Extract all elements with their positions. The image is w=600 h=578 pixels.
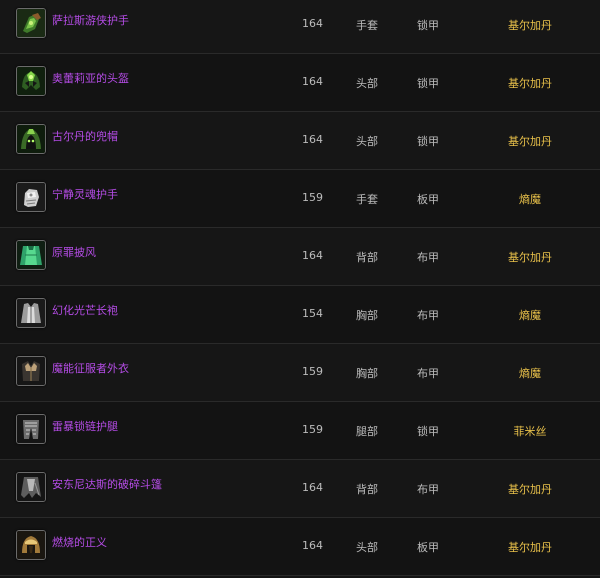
boss-name[interactable]: 基尔加丹 bbox=[480, 133, 580, 149]
table-row[interactable]: 雷暴锁链护腿 159 腿部 锁甲 菲米丝 bbox=[0, 402, 600, 460]
table-row[interactable]: 古尔丹的兜帽 164 头部 锁甲 基尔加丹 bbox=[0, 112, 600, 170]
item-name[interactable]: 萨拉斯游侠护手 bbox=[52, 12, 129, 28]
chain-leggings-icon[interactable] bbox=[16, 414, 46, 444]
table-row[interactable]: 宁静灵魂护手 159 手套 板甲 熵魔 bbox=[0, 170, 600, 228]
dark-vest-icon[interactable] bbox=[16, 356, 46, 386]
boss-name[interactable]: 基尔加丹 bbox=[480, 249, 580, 265]
armor-type: 布甲 bbox=[417, 367, 439, 380]
item-slot: 手套 bbox=[356, 193, 378, 206]
tattered-cloak-icon[interactable] bbox=[16, 472, 46, 502]
item-level: 154 bbox=[302, 307, 323, 320]
item-level: 164 bbox=[302, 17, 323, 30]
item-name[interactable]: 宁静灵魂护手 bbox=[52, 186, 118, 202]
item-level: 164 bbox=[302, 133, 323, 146]
armor-type: 锁甲 bbox=[417, 77, 439, 90]
boss-name[interactable]: 熵魔 bbox=[480, 365, 580, 381]
boss-name[interactable]: 基尔加丹 bbox=[480, 75, 580, 91]
boss-name[interactable]: 熵魔 bbox=[480, 191, 580, 207]
armor-type: 板甲 bbox=[417, 541, 439, 554]
item-slot: 头部 bbox=[356, 135, 378, 148]
item-level: 164 bbox=[302, 481, 323, 494]
armor-type: 布甲 bbox=[417, 483, 439, 496]
item-level: 164 bbox=[302, 75, 323, 88]
table-row[interactable]: 奥蕾莉亚的头盔 164 头部 锁甲 基尔加丹 bbox=[0, 54, 600, 112]
item-name[interactable]: 雷暴锁链护腿 bbox=[52, 418, 118, 434]
golden-helm-icon[interactable] bbox=[16, 530, 46, 560]
item-name[interactable]: 奥蕾莉亚的头盔 bbox=[52, 70, 129, 86]
loot-table: 萨拉斯游侠护手 164 手套 锁甲 基尔加丹 奥蕾莉亚的头盔 164 头部 锁甲… bbox=[0, 0, 600, 578]
table-row[interactable]: 燃烧的正义 164 头部 板甲 基尔加丹 bbox=[0, 518, 600, 576]
armor-type: 布甲 bbox=[417, 251, 439, 264]
item-slot: 手套 bbox=[356, 19, 378, 32]
boss-name[interactable]: 基尔加丹 bbox=[480, 481, 580, 497]
item-slot: 头部 bbox=[356, 541, 378, 554]
green-cloak-icon[interactable] bbox=[16, 240, 46, 270]
item-name[interactable]: 幻化光芒长袍 bbox=[52, 302, 118, 318]
item-name[interactable]: 安东尼达斯的破碎斗篷 bbox=[52, 476, 162, 492]
item-slot: 背部 bbox=[356, 251, 378, 264]
boss-name[interactable]: 基尔加丹 bbox=[480, 17, 580, 33]
table-row[interactable]: 魔能征服者外衣 159 胸部 布甲 熵魔 bbox=[0, 344, 600, 402]
item-level: 159 bbox=[302, 191, 323, 204]
item-level: 159 bbox=[302, 423, 323, 436]
item-name[interactable]: 燃烧的正义 bbox=[52, 534, 107, 550]
armor-type: 锁甲 bbox=[417, 135, 439, 148]
item-level: 164 bbox=[302, 539, 323, 552]
green-gauntlet-icon[interactable] bbox=[16, 8, 46, 38]
item-name[interactable]: 魔能征服者外衣 bbox=[52, 360, 129, 376]
green-helm-icon[interactable] bbox=[16, 66, 46, 96]
item-slot: 腿部 bbox=[356, 425, 378, 438]
item-name[interactable]: 原罪披风 bbox=[52, 244, 96, 260]
armor-type: 锁甲 bbox=[417, 19, 439, 32]
plate-gauntlet-icon[interactable] bbox=[16, 182, 46, 212]
boss-name[interactable]: 菲米丝 bbox=[480, 423, 580, 439]
table-row[interactable]: 幻化光芒长袍 154 胸部 布甲 熵魔 bbox=[0, 286, 600, 344]
item-slot: 胸部 bbox=[356, 309, 378, 322]
armor-type: 布甲 bbox=[417, 309, 439, 322]
item-slot: 背部 bbox=[356, 483, 378, 496]
armor-type: 板甲 bbox=[417, 193, 439, 206]
item-level: 164 bbox=[302, 249, 323, 262]
item-slot: 胸部 bbox=[356, 367, 378, 380]
item-level: 159 bbox=[302, 365, 323, 378]
boss-name[interactable]: 基尔加丹 bbox=[480, 539, 580, 555]
table-row[interactable]: 萨拉斯游侠护手 164 手套 锁甲 基尔加丹 bbox=[0, 0, 600, 54]
silver-robe-icon[interactable] bbox=[16, 298, 46, 328]
table-row[interactable]: 原罪披风 164 背部 布甲 基尔加丹 bbox=[0, 228, 600, 286]
armor-type: 锁甲 bbox=[417, 425, 439, 438]
table-row[interactable]: 安东尼达斯的破碎斗篷 164 背部 布甲 基尔加丹 bbox=[0, 460, 600, 518]
item-name[interactable]: 古尔丹的兜帽 bbox=[52, 128, 118, 144]
green-hood-icon[interactable] bbox=[16, 124, 46, 154]
item-slot: 头部 bbox=[356, 77, 378, 90]
boss-name[interactable]: 熵魔 bbox=[480, 307, 580, 323]
